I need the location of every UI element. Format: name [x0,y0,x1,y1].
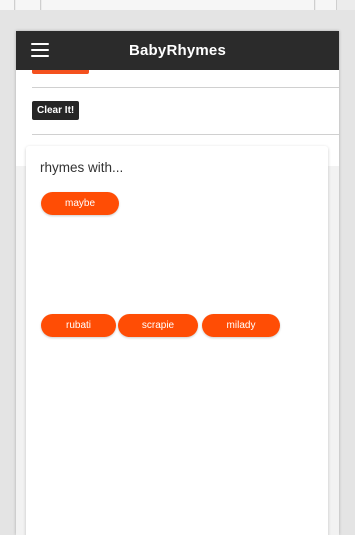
rhyme-chip[interactable]: scrapie [118,314,198,337]
rhyme-chip[interactable]: milady [202,314,280,337]
divider [32,87,339,88]
query-word-chip[interactable]: maybe [41,192,119,215]
rhymes-heading: rhymes with... [40,160,124,175]
app-title: BabyRhymes [128,42,227,59]
browser-top-strip [0,0,355,10]
divider [32,134,339,135]
app-frame: BabyRhymes Clear It! rhymes with... mayb… [16,31,339,535]
app-bar: BabyRhymes [16,31,339,70]
rhymes-card: rhymes with... maybe rubati scrapie mila… [26,146,328,535]
hamburger-menu-icon[interactable] [31,43,49,57]
rhyme-chip[interactable]: rubati [41,314,116,337]
clear-button[interactable]: Clear It! [32,101,80,120]
